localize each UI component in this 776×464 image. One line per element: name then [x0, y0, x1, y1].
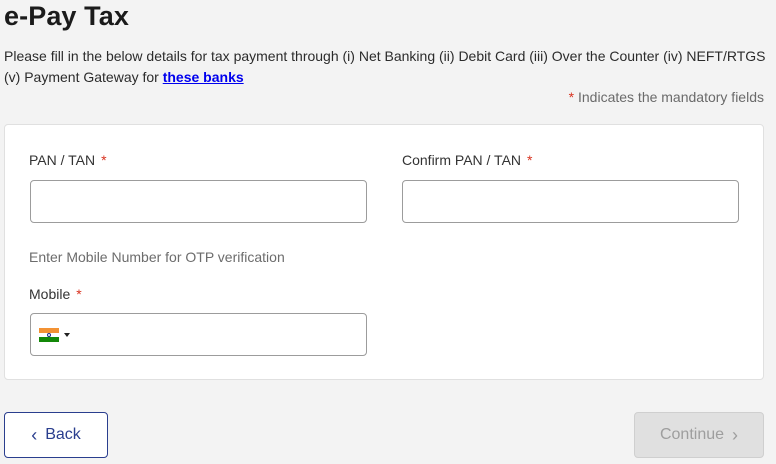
chevron-right-icon: ›	[732, 425, 739, 445]
mandatory-note-text: Indicates the mandatory fields	[574, 89, 764, 105]
these-banks-link[interactable]: these banks	[163, 69, 244, 85]
pan-tan-label: PAN / TAN *	[29, 152, 107, 168]
continue-button-label: Continue	[659, 426, 725, 443]
intro-body: Please fill in the below details for tax…	[4, 48, 766, 85]
payment-details-card: PAN / TAN * Confirm PAN / TAN * Enter Mobi…	[4, 124, 764, 380]
otp-hint: Enter Mobile Number for OTP verification	[29, 249, 285, 265]
confirm-pan-tan-label: Confirm PAN / TAN *	[402, 152, 532, 168]
required-star: *	[101, 152, 107, 168]
chevron-left-icon: ‹	[31, 425, 38, 445]
mobile-field	[30, 313, 367, 356]
mobile-label-text: Mobile	[29, 286, 71, 302]
pan-tan-label-text: PAN / TAN	[29, 152, 96, 168]
back-button[interactable]: ‹ Back	[4, 412, 108, 458]
back-button-label: Back	[45, 426, 81, 443]
confirm-pan-tan-input[interactable]	[402, 180, 739, 223]
page-title: e-Pay Tax	[4, 1, 129, 31]
country-code-dropdown[interactable]	[39, 327, 75, 343]
confirm-pan-tan-label-text: Confirm PAN / TAN	[402, 152, 522, 168]
required-star: *	[76, 286, 82, 302]
mobile-label: Mobile *	[29, 286, 82, 302]
dropdown-caret-icon	[64, 333, 70, 337]
pan-tan-input[interactable]	[30, 180, 367, 223]
india-flag-icon	[39, 328, 59, 343]
mandatory-fields-note: * Indicates the mandatory fields	[569, 89, 764, 105]
continue-button[interactable]: Continue ›	[634, 412, 764, 458]
epay-tax-page: e-Pay Tax Please fill in the below detai…	[0, 0, 776, 464]
intro-text: Please fill in the below details for tax…	[4, 46, 774, 87]
mobile-input[interactable]	[79, 315, 359, 354]
required-star: *	[527, 152, 533, 168]
